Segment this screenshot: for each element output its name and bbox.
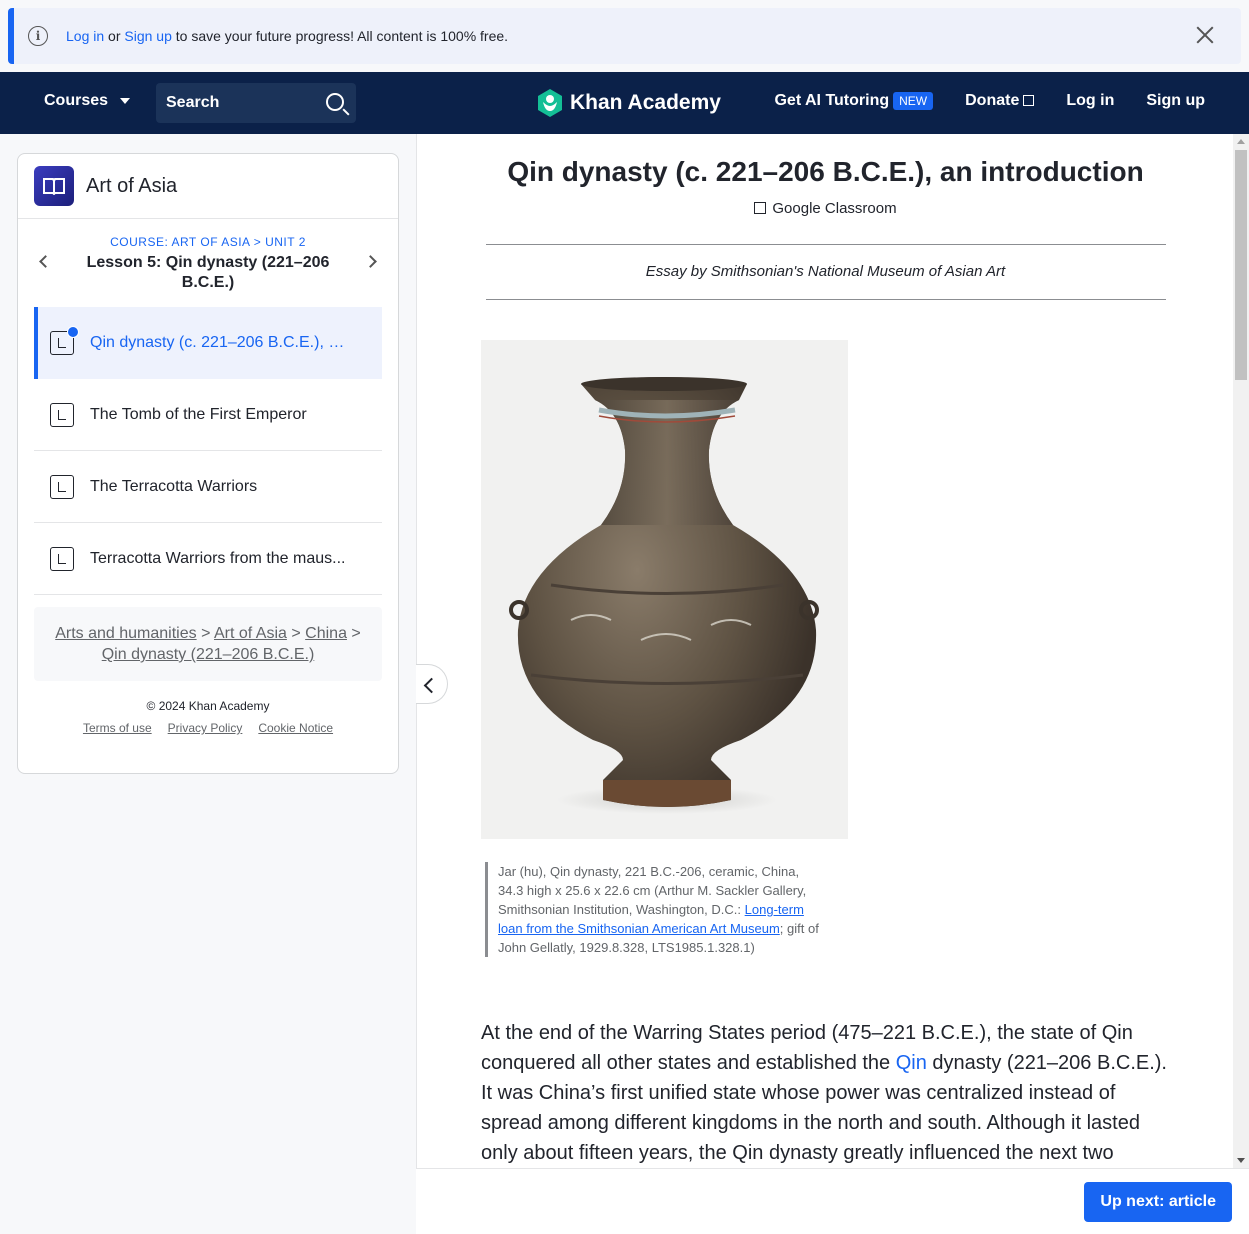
breadcrumb-separator: > <box>201 625 211 642</box>
lesson-title[interactable]: Lesson 5: Qin dynasty (221–206 B.C.E.) <box>83 253 333 293</box>
search-box[interactable] <box>156 83 356 123</box>
scrollbar-thumb[interactable] <box>1235 150 1247 380</box>
scroll-up-icon[interactable] <box>1237 139 1245 144</box>
signup-banner: i Log in or Sign up to save your future … <box>8 8 1241 64</box>
banner-signup-link[interactable]: Sign up <box>124 28 171 44</box>
book-icon <box>34 166 74 206</box>
header-signup-link[interactable]: Sign up <box>1146 92 1205 110</box>
footer-links: Terms of use Privacy Policy Cookie Notic… <box>18 721 398 735</box>
banner-message: Log in or Sign up to save your future pr… <box>66 28 508 44</box>
list-item-label: The Terracotta Warriors <box>90 477 258 495</box>
crumb-separator: > <box>253 235 262 249</box>
banner-text: to save your future progress! All conten… <box>175 28 509 44</box>
lesson-item-list: Qin dynasty (c. 221–206 B.C.E.), an... T… <box>18 307 398 595</box>
logo-text: Khan Academy <box>570 91 721 114</box>
ai-tutoring-link[interactable]: Get AI Tutoring NEW <box>774 92 934 110</box>
breadcrumb-separator: > <box>351 625 361 642</box>
vase-image <box>481 340 848 839</box>
course-title[interactable]: Art of Asia <box>86 175 177 198</box>
khan-logo-icon <box>538 89 562 117</box>
list-item[interactable]: The Tomb of the First Emperor <box>34 379 382 451</box>
search-input[interactable] <box>166 94 316 112</box>
donate-link[interactable]: Donate <box>965 92 1035 110</box>
article-icon <box>50 546 74 571</box>
google-classroom-button[interactable]: Google Classroom <box>417 200 1234 217</box>
crumb-unit-link[interactable]: UNIT 2 <box>265 235 306 249</box>
breadcrumb-china[interactable]: China <box>305 625 347 642</box>
banner-login-link[interactable]: Log in <box>66 28 104 44</box>
header-login-link[interactable]: Log in <box>1066 92 1114 110</box>
divider <box>486 244 1166 245</box>
list-item[interactable]: Qin dynasty (c. 221–206 B.C.E.), an... <box>34 307 382 379</box>
breadcrumb-separator: > <box>291 625 301 642</box>
google-classroom-label: Google Classroom <box>772 200 897 217</box>
copyright: © 2024 Khan Academy <box>146 699 270 713</box>
essay-attribution: Essay by Smithsonian's National Museum o… <box>645 263 1006 280</box>
close-icon[interactable] <box>1195 25 1215 45</box>
article-icon <box>50 402 74 427</box>
up-next-button[interactable]: Up next: article <box>1084 1182 1232 1222</box>
course-sidebar: Art of Asia COURSE: ART OF ASIA > UNIT 2… <box>17 153 399 774</box>
chevron-left-icon[interactable] <box>39 255 52 268</box>
lesson-navigator: COURSE: ART OF ASIA > UNIT 2 Lesson 5: Q… <box>18 219 398 307</box>
crumb-course-link[interactable]: COURSE: ART OF ASIA <box>110 235 250 249</box>
terms-link[interactable]: Terms of use <box>83 721 152 735</box>
donate-label: Donate <box>965 92 1020 109</box>
header-actions: Get AI Tutoring NEW Donate Log in Sign up <box>774 92 1205 110</box>
courses-label: Courses <box>44 92 109 109</box>
breadcrumb-art-of-asia[interactable]: Art of Asia <box>214 625 287 642</box>
chevron-down-icon <box>120 98 131 104</box>
qin-link[interactable]: Qin <box>896 1052 927 1074</box>
bottom-bar: Up next: article <box>416 1168 1249 1234</box>
list-item-label: Terracotta Warriors from the maus... <box>90 549 346 567</box>
khan-academy-logo[interactable]: Khan Academy <box>536 88 721 118</box>
external-link-icon <box>1023 95 1035 106</box>
info-icon: i <box>28 26 48 46</box>
unit-breadcrumb: COURSE: ART OF ASIA > UNIT 2 <box>18 219 398 249</box>
google-classroom-icon <box>754 202 767 214</box>
chevron-right-icon[interactable] <box>364 255 377 268</box>
sidebar-header: Art of Asia <box>18 154 398 219</box>
breadcrumb-arts[interactable]: Arts and humanities <box>55 625 196 642</box>
ai-tutoring-label: Get AI Tutoring <box>774 92 890 109</box>
list-item[interactable]: Terracotta Warriors from the maus... <box>34 523 382 595</box>
cookie-link[interactable]: Cookie Notice <box>258 721 333 735</box>
banner-or: or <box>108 28 121 44</box>
courses-menu-button[interactable]: Courses <box>44 92 131 110</box>
list-item-label: The Tomb of the First Emperor <box>90 405 307 423</box>
list-item-label: Qin dynasty (c. 221–206 B.C.E.), an... <box>90 334 350 351</box>
scrollbar[interactable] <box>1233 134 1249 1168</box>
divider <box>486 299 1166 300</box>
scroll-down-icon[interactable] <box>1237 1158 1245 1163</box>
article-content: Qin dynasty (c. 221–206 B.C.E.), an intr… <box>416 134 1233 1234</box>
article-icon <box>50 474 74 499</box>
new-badge: NEW <box>893 92 934 110</box>
image-caption: Jar (hu), Qin dynasty, 221 B.C.-206, cer… <box>485 862 825 957</box>
search-icon[interactable] <box>326 93 344 111</box>
top-nav: Courses Khan Academy Get AI TutoringNEW … <box>0 72 1249 134</box>
breadcrumb: Arts and humanities > Art of Asia > Chin… <box>34 607 382 681</box>
list-item[interactable]: The Terracotta Warriors <box>34 451 382 523</box>
page-title: Qin dynasty (c. 221–206 B.C.E.), an intr… <box>507 156 1144 187</box>
article-paragraph: At the end of the Warring States period … <box>481 1018 1171 1168</box>
breadcrumb-qin[interactable]: Qin dynasty (221–206 B.C.E.) <box>102 646 315 663</box>
privacy-link[interactable]: Privacy Policy <box>168 721 243 735</box>
check-icon <box>67 326 79 338</box>
